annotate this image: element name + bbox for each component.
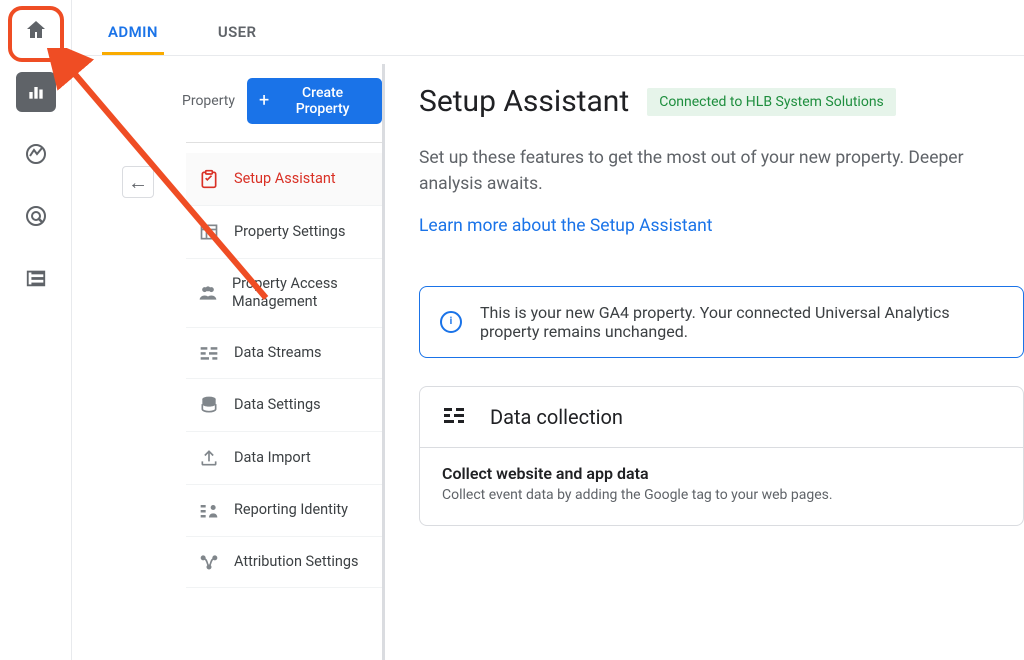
- property-nav: Setup Assistant Property Settings Proper…: [186, 153, 382, 588]
- card-item-subtitle: Collect event data by adding the Google …: [442, 487, 1001, 503]
- page-title: Setup Assistant: [419, 84, 629, 119]
- info-banner: i This is your new GA4 property. Your co…: [419, 286, 1024, 358]
- data-collection-card: Data collection Collect website and app …: [419, 386, 1024, 526]
- nav-label: Reporting Identity: [234, 501, 348, 519]
- info-icon: i: [440, 311, 462, 333]
- nav-property-settings[interactable]: Property Settings: [186, 206, 382, 259]
- streams-icon: [198, 345, 220, 361]
- back-button[interactable]: ←: [122, 166, 154, 198]
- nav-data-streams[interactable]: Data Streams: [186, 328, 382, 379]
- streams-icon: [442, 405, 466, 429]
- card-section-title: Data collection: [490, 405, 623, 429]
- main-content: Setup Assistant Connected to HLB System …: [385, 56, 1024, 660]
- reports-icon[interactable]: [16, 72, 56, 112]
- connection-badge: Connected to HLB System Solutions: [647, 88, 896, 116]
- checklist-icon: [198, 169, 220, 189]
- plus-icon: +: [259, 94, 269, 108]
- tab-admin[interactable]: ADMIN: [102, 23, 164, 55]
- arrow-left-icon: ←: [128, 170, 148, 195]
- configure-icon[interactable]: [16, 258, 56, 298]
- tab-user[interactable]: USER: [212, 23, 263, 55]
- left-rail: [0, 0, 72, 660]
- create-property-button[interactable]: + Create Property: [247, 78, 382, 124]
- nav-label: Property Access Management: [232, 275, 370, 311]
- nav-label: Attribution Settings: [234, 553, 359, 571]
- nav-label: Data Import: [234, 449, 311, 467]
- nav-label: Data Settings: [234, 396, 321, 414]
- home-icon[interactable]: [16, 10, 56, 50]
- explore-icon[interactable]: [16, 134, 56, 174]
- property-label: Property: [182, 93, 235, 109]
- nav-label: Data Streams: [234, 344, 322, 362]
- nav-property-access[interactable]: Property Access Management: [186, 259, 382, 328]
- nav-data-settings[interactable]: Data Settings: [186, 379, 382, 432]
- intro-text: Set up these features to get the most ou…: [419, 145, 1024, 198]
- card-item[interactable]: Collect website and app data Collect eve…: [420, 448, 1023, 525]
- nav-attribution-settings[interactable]: Attribution Settings: [186, 537, 382, 588]
- divider: [186, 142, 382, 143]
- info-banner-text: This is your new GA4 property. Your conn…: [480, 303, 1003, 341]
- advertising-icon[interactable]: [16, 196, 56, 236]
- nav-label: Property Settings: [234, 223, 345, 241]
- settings-panel-icon: [198, 222, 220, 242]
- create-property-label: Create Property: [275, 85, 370, 117]
- database-icon: [198, 395, 220, 415]
- nav-setup-assistant[interactable]: Setup Assistant: [186, 153, 382, 206]
- nav-reporting-identity[interactable]: Reporting Identity: [186, 485, 382, 536]
- identity-icon: [198, 502, 220, 518]
- property-column: Property + Create Property ← Setup: [72, 56, 382, 660]
- card-item-title: Collect website and app data: [442, 464, 1001, 483]
- learn-more-link[interactable]: Learn more about the Setup Assistant: [419, 216, 1024, 236]
- upload-icon: [198, 448, 220, 468]
- nav-label: Setup Assistant: [234, 170, 336, 188]
- people-icon: [198, 284, 218, 302]
- nav-data-import[interactable]: Data Import: [186, 432, 382, 485]
- top-tabs: ADMIN USER: [72, 0, 1024, 56]
- attribution-icon: [198, 553, 220, 571]
